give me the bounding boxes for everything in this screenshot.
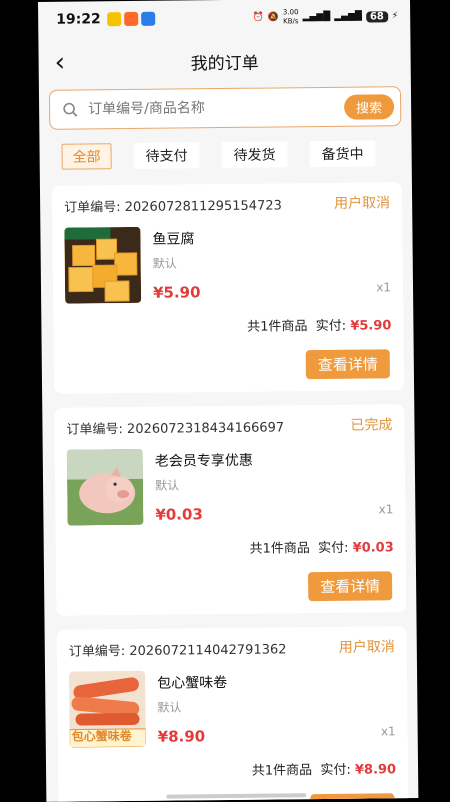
search-input[interactable] — [86, 97, 345, 119]
network-speed: 3.00 KB/s — [282, 8, 299, 26]
signal-icon: ▂▄▆█ — [334, 11, 362, 22]
product-image-caption: 包心蟹味卷 — [71, 729, 132, 744]
paid-amount: ¥8.90 — [354, 762, 397, 778]
product-spec: 默认 — [155, 478, 180, 493]
phone-screen: 19:22 ⏰ 🔕 3.00 KB/s ▂▄▆█ ▂▄▆█ 68 ⚡ ‹ 我的订… — [38, 0, 419, 802]
order-number-value: 2026072114042791362 — [129, 641, 287, 659]
tab-all[interactable]: 全部 — [61, 143, 112, 170]
signal-icon: ▂▄▆█ — [302, 11, 331, 23]
order-tabs: 全部 待支付 待发货 备货中 — [39, 126, 411, 178]
battery-level: 68 — [365, 10, 388, 23]
paid-amount: ¥5.90 — [350, 318, 392, 334]
order-item[interactable]: 鱼豆腐 默认 ¥5.90 x1 — [64, 224, 392, 304]
product-name: 老会员专享优惠 — [154, 452, 253, 470]
item-count: 共1件商品 — [247, 319, 308, 335]
view-details-button[interactable]: 查看详情 — [305, 349, 390, 380]
order-number-label: 订单编号: — [66, 421, 123, 438]
product-image: 包心蟹味卷 — [69, 670, 146, 748]
product-quantity: x1 — [376, 280, 392, 295]
product-price: ¥8.90 — [157, 727, 206, 746]
paid-amount: ¥0.03 — [352, 540, 394, 556]
order-number: 订单编号: 2026072318434166697 — [66, 416, 284, 437]
item-count: 共1件商品 — [249, 541, 310, 557]
product-spec: 默认 — [152, 256, 177, 271]
back-icon[interactable]: ‹ — [54, 48, 65, 78]
paid-label: 实付: — [318, 540, 349, 557]
page-title: 我的订单 — [190, 53, 259, 74]
nav-bar: ‹ 我的订单 — [38, 34, 411, 88]
product-name: 鱼豆腐 — [152, 231, 195, 248]
search-icon — [63, 102, 78, 117]
view-details-button[interactable]: 查看详情 — [310, 793, 395, 802]
order-item[interactable]: 老会员专享优惠 默认 ¥0.03 x1 — [66, 446, 394, 526]
order-item[interactable]: 包心蟹味卷 包心蟹味卷 默认 ¥8.90 x1 — [69, 668, 396, 748]
product-price: ¥0.03 — [155, 505, 203, 524]
order-summary: 共1件商品 实付: ¥8.90 — [70, 758, 396, 780]
order-number: 订单编号: 2026072811295154723 — [64, 194, 282, 215]
alarm-icon: ⏰ — [252, 12, 264, 23]
order-number-label: 订单编号: — [68, 643, 126, 660]
paid-label: 实付: — [320, 762, 351, 779]
status-time: 19:22 — [56, 11, 101, 28]
order-card: 订单编号: 2026072318434166697 已完成 老会员专享优惠 默认… — [54, 404, 407, 616]
product-quantity: x1 — [378, 502, 394, 517]
product-name: 包心蟹味卷 — [157, 675, 228, 692]
order-card: 订单编号: 2026072114042791362 用户取消 包心蟹味卷 包心蟹… — [56, 626, 409, 802]
tab-pending-payment[interactable]: 待支付 — [133, 142, 200, 169]
order-summary: 共1件商品 实付: ¥0.03 — [68, 536, 394, 558]
product-image — [66, 448, 144, 526]
app-notification-icon — [123, 11, 138, 27]
order-number-value: 2026072811295154723 — [124, 197, 282, 215]
view-details-button[interactable]: 查看详情 — [307, 571, 393, 602]
order-status: 已完成 — [350, 417, 393, 434]
tab-pending-shipment[interactable]: 待发货 — [221, 141, 288, 169]
order-card: 订单编号: 2026072811295154723 用户取消 鱼豆腐 默认 ¥5… — [51, 182, 405, 394]
search-button[interactable]: 搜索 — [343, 93, 395, 120]
order-status: 用户取消 — [334, 195, 391, 212]
product-spec: 默认 — [157, 700, 182, 715]
paid-label: 实付: — [315, 318, 347, 335]
order-number-value: 2026072318434166697 — [126, 419, 285, 437]
order-status: 用户取消 — [338, 639, 395, 656]
search-bar: 搜索 — [48, 86, 402, 130]
status-right: ⏰ 🔕 3.00 KB/s ▂▄▆█ ▂▄▆█ 68 ⚡ — [252, 7, 398, 27]
status-bar: 19:22 ⏰ 🔕 3.00 KB/s ▂▄▆█ ▂▄▆█ 68 ⚡ — [38, 0, 410, 38]
product-quantity: x1 — [380, 724, 396, 739]
order-summary: 共1件商品 实付: ¥5.90 — [65, 314, 391, 336]
app-notification-icon — [140, 11, 155, 26]
mute-icon: 🔕 — [267, 12, 280, 23]
tab-preparing[interactable]: 备货中 — [309, 140, 376, 168]
app-notification-icon — [106, 12, 121, 27]
order-number: 订单编号: 2026072114042791362 — [69, 638, 287, 659]
item-count: 共1件商品 — [251, 763, 313, 779]
order-number-label: 订单编号: — [64, 199, 121, 216]
product-image — [64, 226, 142, 304]
product-price: ¥5.90 — [152, 283, 201, 302]
charging-icon: ⚡ — [391, 11, 399, 22]
